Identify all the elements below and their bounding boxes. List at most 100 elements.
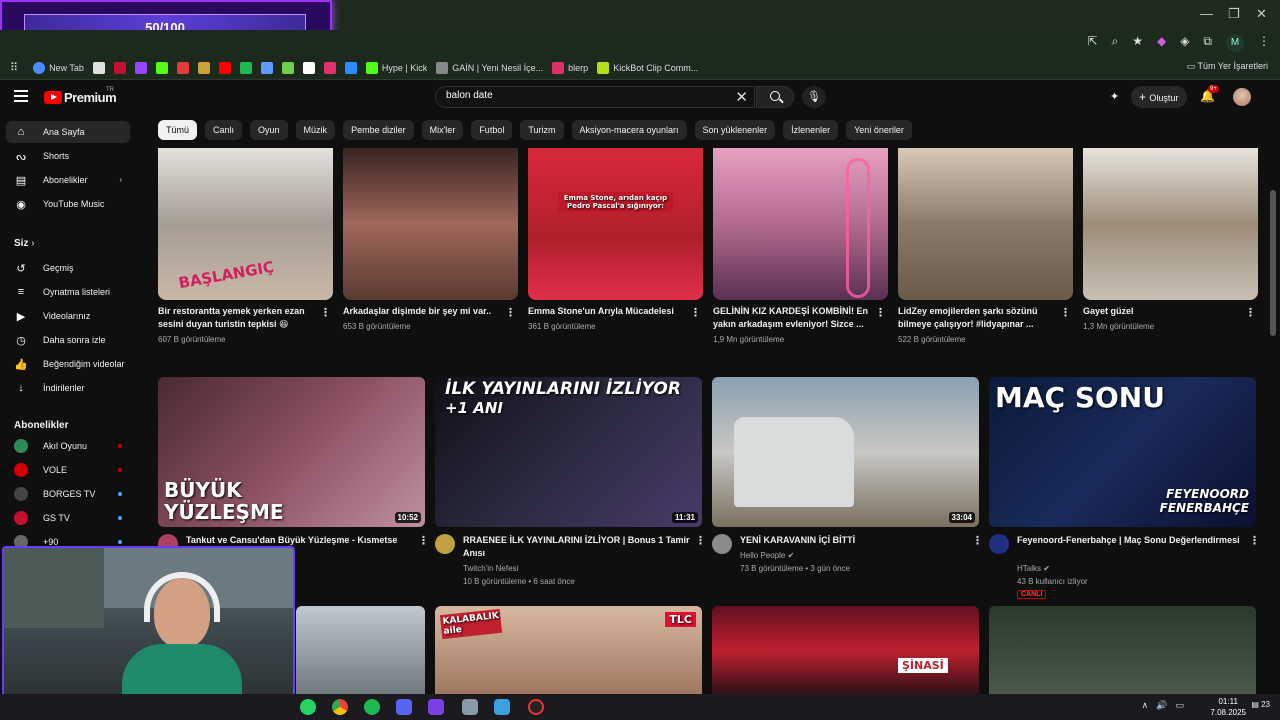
- short-title[interactable]: Arkadaşlar dişimde bir şey mi var..: [343, 305, 503, 318]
- short-thumbnail[interactable]: [713, 148, 888, 300]
- whatsapp-icon[interactable]: [300, 699, 316, 715]
- short-thumbnail[interactable]: [1083, 148, 1258, 300]
- short-title[interactable]: Emma Stone'un Arıyla Mücadelesi: [528, 305, 688, 318]
- sidebar-item-1[interactable]: ᔓ Shorts: [6, 145, 130, 167]
- video-thumbnail[interactable]: 33:04: [712, 377, 979, 527]
- discord-icon[interactable]: [396, 699, 412, 715]
- channel-name[interactable]: Hello People ✔: [740, 549, 794, 562]
- sidebar-you-item-5[interactable]: ↓ İndirilenler: [6, 377, 130, 399]
- app-icon[interactable]: [462, 699, 478, 715]
- chip-8[interactable]: Aksiyon-macera oyunları: [571, 120, 687, 140]
- short-title[interactable]: LidZey emojilerden şarkı sözünü bilmeye …: [898, 305, 1058, 331]
- bookmark-item[interactable]: Hype | Kick: [365, 61, 427, 74]
- video-thumbnail[interactable]: KALABALIK aile TLC: [435, 606, 702, 694]
- channel-name[interactable]: HTalks ✔: [1017, 562, 1050, 575]
- extension-icon[interactable]: ◆: [1157, 34, 1166, 52]
- youtube-logo-icon[interactable]: [44, 91, 62, 104]
- chip-9[interactable]: Son yüklenenler: [694, 120, 776, 140]
- more-options-icon[interactable]: ⋮: [418, 534, 429, 547]
- bookmark-item[interactable]: [323, 61, 336, 74]
- minimize-icon[interactable]: —: [1200, 6, 1213, 21]
- chip-7[interactable]: Turizm: [520, 120, 564, 140]
- chip-0[interactable]: Tümü: [158, 120, 198, 140]
- restore-icon[interactable]: ❐: [1228, 6, 1240, 22]
- install-icon[interactable]: ⇱: [1087, 34, 1097, 52]
- bookmark-item[interactable]: GAİN | Yeni Nesil İçe...: [436, 61, 543, 74]
- bookmark-item[interactable]: [176, 61, 189, 74]
- bookmark-item[interactable]: New Tab: [33, 61, 84, 74]
- video-title[interactable]: RRAENEE İLK YAYINLARINI İZLİYOR | Bonus …: [463, 534, 691, 560]
- chip-4[interactable]: Pembe diziler: [343, 120, 414, 140]
- sidebar-you-item-2[interactable]: ▶ Videolarınız: [6, 305, 130, 327]
- bookmark-item[interactable]: [239, 61, 252, 74]
- short-thumbnail[interactable]: BAŞLANGIÇ: [158, 148, 333, 300]
- video-thumbnail[interactable]: MAÇ SONU FEYENOORD FENERBAHÇE: [989, 377, 1256, 527]
- more-options-icon[interactable]: ⋮: [972, 534, 983, 547]
- chip-5[interactable]: Mix'ler: [421, 120, 464, 140]
- cast-icon[interactable]: ✦: [1110, 90, 1119, 103]
- bookmark-item[interactable]: [344, 61, 357, 74]
- bookmark-item[interactable]: [113, 61, 126, 74]
- network-icon[interactable]: ▭: [1175, 700, 1184, 711]
- channel-name[interactable]: Twitch'in Nefesi: [463, 562, 518, 575]
- short-title[interactable]: Gayet güzel: [1083, 305, 1243, 318]
- channel-avatar[interactable]: [989, 534, 1009, 554]
- channel-avatar[interactable]: [435, 534, 455, 554]
- spotify-icon[interactable]: [364, 699, 380, 715]
- puzzle-icon[interactable]: ⧉: [1203, 34, 1212, 52]
- chip-2[interactable]: Oyun: [250, 120, 288, 140]
- video-thumbnail[interactable]: [296, 606, 425, 694]
- sidebar-you-item-3[interactable]: ◷ Daha sonra izle: [6, 329, 130, 351]
- menu-icon[interactable]: [14, 90, 28, 102]
- sidebar-item-2[interactable]: ▤ Abonelikler ›: [6, 169, 130, 191]
- video-thumbnail[interactable]: İLK YAYINLARINI İZLİYOR +1 ANI 11:31: [435, 377, 702, 527]
- all-bookmarks-link[interactable]: ▭ Tüm Yer İşaretleri: [1187, 61, 1268, 72]
- bookmark-item[interactable]: [281, 61, 294, 74]
- bookmark-item[interactable]: [155, 61, 168, 74]
- sidebar-sub-item-0[interactable]: Akıl Oyunu: [6, 435, 130, 457]
- volume-icon[interactable]: 🔊: [1156, 700, 1167, 711]
- taskbar-clock[interactable]: 01:11 7.08.2025: [1210, 696, 1246, 718]
- video-title[interactable]: YENİ KARAVANIN İÇİ BİTTİ: [740, 534, 968, 547]
- sidebar-sub-item-2[interactable]: BORGES TV: [6, 483, 130, 505]
- more-options-icon[interactable]: ⋮: [320, 306, 331, 319]
- search-input[interactable]: [446, 90, 726, 101]
- chip-6[interactable]: Futbol: [471, 120, 513, 140]
- obs-icon[interactable]: [528, 699, 544, 715]
- profile-avatar[interactable]: M: [1226, 34, 1244, 52]
- chrome-icon[interactable]: [332, 699, 348, 715]
- user-avatar[interactable]: [1233, 88, 1251, 106]
- chip-3[interactable]: Müzik: [295, 120, 336, 140]
- sidebar-item-0[interactable]: ⌂ Ana Sayfa: [6, 121, 130, 143]
- video-title[interactable]: Feyenoord-Fenerbahçe | Maç Sonu Değerlen…: [1017, 534, 1245, 547]
- more-options-icon[interactable]: ⋮: [690, 306, 701, 319]
- bookmark-item[interactable]: [197, 61, 210, 74]
- sidebar-you-item-0[interactable]: ↺ Geçmiş: [6, 257, 130, 279]
- bookmark-item[interactable]: [260, 61, 273, 74]
- short-title[interactable]: Bir restorantta yemek yerken ezan sesini…: [158, 305, 318, 331]
- sidebar-item-3[interactable]: ◉ YouTube Music: [6, 193, 130, 215]
- voice-search-button[interactable]: 🎙: [802, 86, 826, 108]
- video-thumbnail[interactable]: ŞİNASİ: [712, 606, 979, 694]
- sidebar-you-item-4[interactable]: 👍 Beğendiğim videolar: [6, 353, 130, 375]
- more-options-icon[interactable]: ⋮: [875, 306, 886, 319]
- menu-dots-icon[interactable]: ⋮: [1258, 34, 1270, 52]
- bookmark-item[interactable]: [134, 61, 147, 74]
- video-thumbnail[interactable]: [989, 606, 1256, 694]
- close-icon[interactable]: ✕: [1256, 6, 1267, 22]
- extension-icon[interactable]: ◈: [1180, 34, 1189, 52]
- chip-1[interactable]: Canlı: [205, 120, 243, 140]
- notification-center[interactable]: ▤ 23: [1251, 700, 1270, 709]
- more-options-icon[interactable]: ⋮: [1249, 534, 1260, 547]
- create-button[interactable]: + Oluştur: [1131, 86, 1187, 108]
- app-icon[interactable]: [428, 699, 444, 715]
- app-icon[interactable]: [494, 699, 510, 715]
- more-options-icon[interactable]: ⋮: [505, 306, 516, 319]
- apps-grid-icon[interactable]: ⠿: [10, 61, 18, 74]
- chip-11[interactable]: Yeni öneriler: [846, 120, 912, 140]
- bookmark-item[interactable]: blerp: [552, 61, 588, 74]
- sidebar-you-item-1[interactable]: ≡ Oynatma listeleri: [6, 281, 130, 303]
- video-thumbnail[interactable]: BÜYÜK YÜZLEŞME 10:52: [158, 377, 425, 527]
- search-button[interactable]: [756, 86, 794, 108]
- short-thumbnail[interactable]: [343, 148, 518, 300]
